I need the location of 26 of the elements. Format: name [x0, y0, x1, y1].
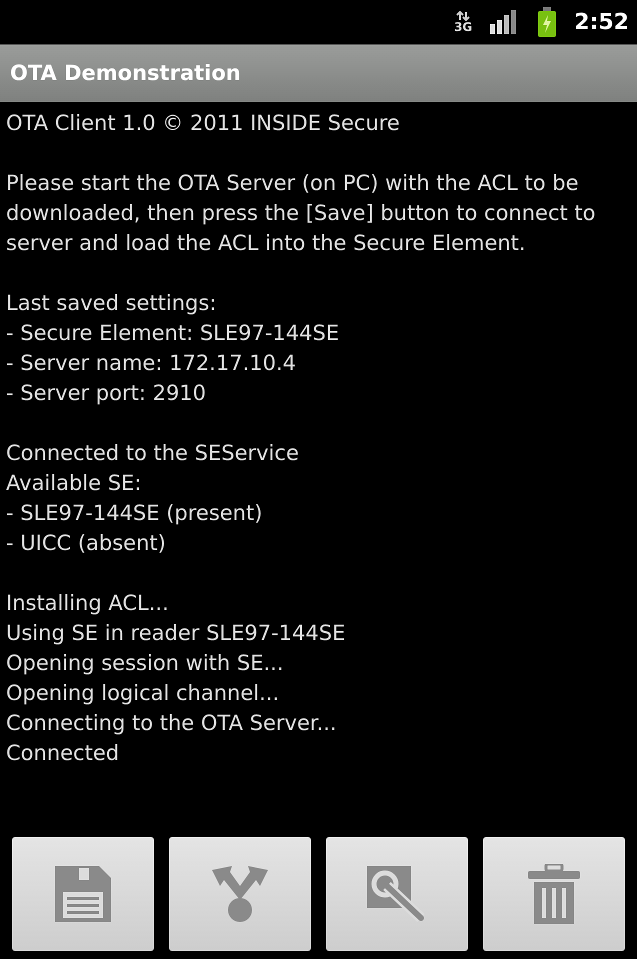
- log-line: OTA Client 1.0 © 2011 INSIDE Secure: [6, 110, 401, 137]
- log-line: Last saved settings:: [6, 290, 218, 317]
- log-line: Using SE in reader SLE97-144SE: [6, 620, 346, 647]
- log-line: Connected to the SEService: [6, 440, 300, 467]
- log-line: Opening session with SE...: [6, 650, 285, 677]
- log-line: - Server name: 172.17.10.4: [6, 350, 298, 377]
- log-line: Installing ACL...: [6, 590, 170, 617]
- log-line: - Secure Element: SLE97-144SE: [6, 320, 340, 347]
- delete-button[interactable]: [483, 837, 625, 951]
- download-button[interactable]: [169, 837, 311, 951]
- save-button[interactable]: [12, 837, 154, 951]
- arrows-to-dot-icon: [210, 864, 270, 924]
- settings-button[interactable]: [326, 837, 468, 951]
- trash-icon: [526, 864, 582, 924]
- battery-icon: [538, 7, 556, 37]
- log-line: Available SE:: [6, 470, 142, 497]
- log-line: - Server port: 2910: [6, 380, 208, 407]
- log-line: Opening logical channel...: [6, 680, 280, 707]
- log-line: - SLE97-144SE (present): [6, 500, 264, 527]
- log-line: Connected: [6, 740, 120, 767]
- network-indicator: 3G: [454, 11, 472, 33]
- log-line: Connecting to the OTA Server...: [6, 710, 338, 737]
- instructions-paragraph: Please start the OTA Server (on PC) with the ACL to be downloaded, then press the [Save] button to connect to server and load the ACL into the Secure Element.: [6, 170, 596, 257]
- log-line: - UICC (absent): [6, 530, 167, 557]
- app-title: OTA Demonstration: [10, 60, 241, 87]
- clock: 2:52: [574, 8, 629, 36]
